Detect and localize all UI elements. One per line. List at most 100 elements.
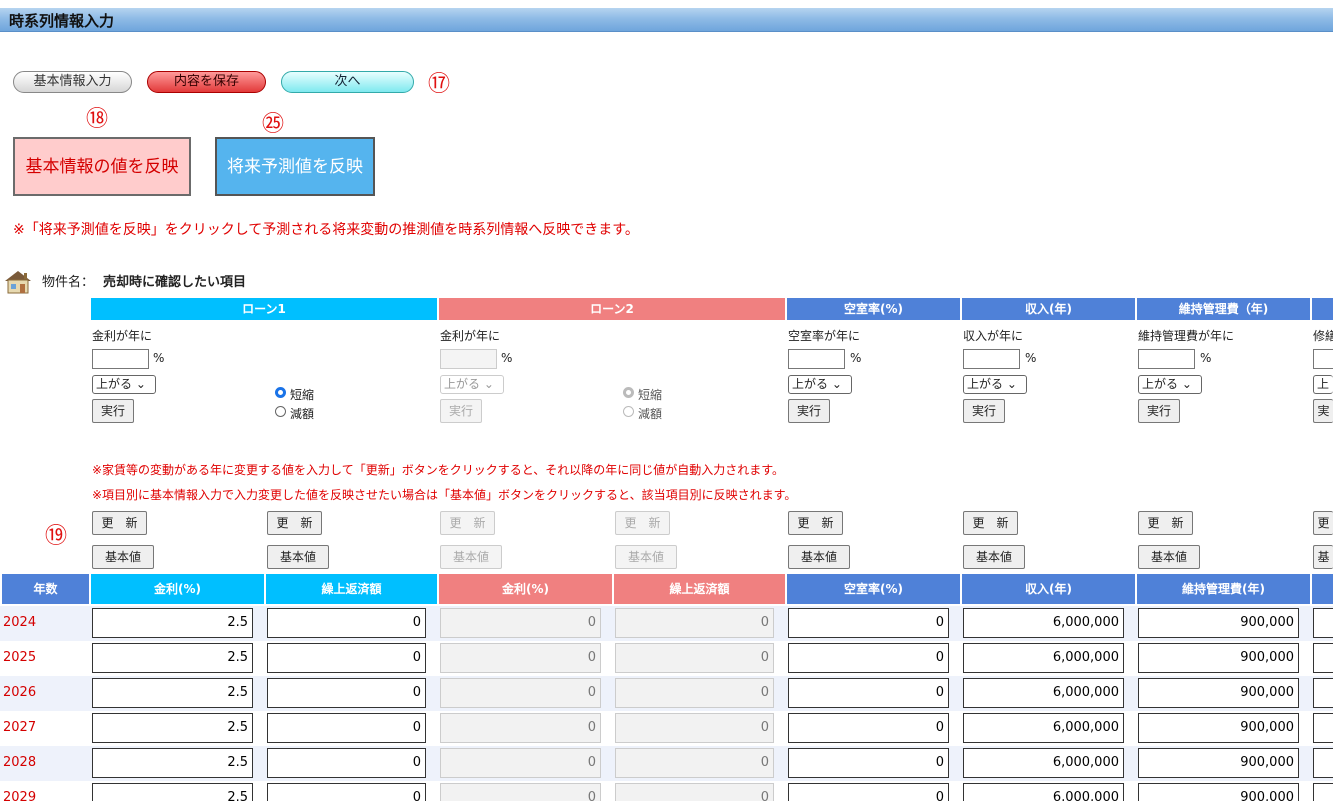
income-cell[interactable]: 6,000,000 <box>963 783 1124 801</box>
update-button-income[interactable]: 更 新 <box>963 511 1018 535</box>
income-cell[interactable]: 6,000,000 <box>963 608 1124 638</box>
loan2-direction-select[interactable]: 上がる ⌄ <box>440 375 504 394</box>
loan2-run-button[interactable]: 実行 <box>440 399 482 423</box>
loan2-shorten-radio[interactable] <box>623 387 634 398</box>
vacancy-rate-input[interactable] <box>788 349 845 369</box>
loan2-prepay-cell[interactable]: 0 <box>615 643 774 673</box>
vacancy-run-button[interactable]: 実行 <box>788 399 830 423</box>
income-run-button[interactable]: 実行 <box>963 399 1005 423</box>
loan1-rate-cell[interactable]: 2.5 <box>92 608 253 638</box>
base-button-loan1-rate[interactable]: 基本値 <box>92 545 154 569</box>
base-button-loan2-prepay[interactable]: 基本値 <box>615 545 677 569</box>
base-button-repair[interactable]: 基 <box>1313 545 1333 569</box>
loan1-prepay-cell[interactable]: 0 <box>267 748 426 778</box>
repair-cell[interactable] <box>1313 643 1333 673</box>
vacancy-cell[interactable]: 0 <box>788 713 949 743</box>
loan1-reduce-label: 減額 <box>290 407 315 421</box>
year-cell: 2027 <box>3 720 37 735</box>
repair-cell[interactable] <box>1313 713 1333 743</box>
maintenance-cell[interactable]: 900,000 <box>1138 713 1299 743</box>
maintenance-cell[interactable]: 900,000 <box>1138 783 1299 801</box>
maintenance-cell[interactable]: 900,000 <box>1138 608 1299 638</box>
repair-cell[interactable] <box>1313 783 1333 801</box>
loan2-rate-cell[interactable]: 0 <box>440 643 601 673</box>
vacancy-cell[interactable]: 0 <box>788 608 949 638</box>
income-cell[interactable]: 6,000,000 <box>963 678 1124 708</box>
base-button-maintenance[interactable]: 基本値 <box>1138 545 1200 569</box>
save-button[interactable]: 内容を保存 <box>147 71 266 93</box>
income-rate-input[interactable] <box>963 349 1020 369</box>
repair-rate-input[interactable] <box>1313 349 1333 369</box>
loan1-rate-input[interactable] <box>92 349 149 369</box>
vacancy-cell[interactable]: 0 <box>788 678 949 708</box>
loan2-rate-cell[interactable]: 0 <box>440 608 601 638</box>
reflect-forecast-values-button[interactable]: 将来予測値を反映 <box>215 137 375 196</box>
loan2-prepay-cell[interactable]: 0 <box>615 678 774 708</box>
update-button-vacancy[interactable]: 更 新 <box>788 511 843 535</box>
maintenance-cell[interactable]: 900,000 <box>1138 643 1299 673</box>
loan1-rate-cell[interactable]: 2.5 <box>92 748 253 778</box>
loan2-prepay-cell[interactable]: 0 <box>615 608 774 638</box>
loan1-prepay-cell[interactable]: 0 <box>267 783 426 801</box>
repair-run-button[interactable]: 実 <box>1313 399 1333 423</box>
next-button[interactable]: 次へ <box>281 71 414 93</box>
vacancy-direction-select[interactable]: 上がる ⌄ <box>788 375 852 394</box>
update-button-loan2-rate[interactable]: 更 新 <box>440 511 495 535</box>
loan2-prepay-cell[interactable]: 0 <box>615 713 774 743</box>
loan1-reduce-radio[interactable] <box>275 406 286 417</box>
loan2-rate-input[interactable] <box>440 349 497 369</box>
loan1-rate-cell[interactable]: 2.5 <box>92 643 253 673</box>
loan1-prepay-cell[interactable]: 0 <box>267 608 426 638</box>
reflect-basic-values-button[interactable]: 基本情報の値を反映 <box>13 137 191 196</box>
loan1-rate-cell[interactable]: 2.5 <box>92 678 253 708</box>
loan2-rate-cell[interactable]: 0 <box>440 783 601 801</box>
update-button-loan1-rate[interactable]: 更 新 <box>92 511 147 535</box>
maintenance-cell[interactable]: 900,000 <box>1138 748 1299 778</box>
loan2-prompt: 金利が年に <box>440 329 501 343</box>
loan1-prepay-cell[interactable]: 0 <box>267 678 426 708</box>
maintenance-cell[interactable]: 900,000 <box>1138 678 1299 708</box>
loan2-reduce-radio[interactable] <box>623 406 634 417</box>
repair-cell[interactable] <box>1313 748 1333 778</box>
vacancy-cell[interactable]: 0 <box>788 783 949 801</box>
update-button-maintenance[interactable]: 更 新 <box>1138 511 1193 535</box>
loan2-prepay-cell[interactable]: 0 <box>615 748 774 778</box>
vacancy-cell[interactable]: 0 <box>788 748 949 778</box>
update-button-loan1-prepay[interactable]: 更 新 <box>267 511 322 535</box>
update-button-loan2-prepay[interactable]: 更 新 <box>615 511 670 535</box>
marker-18: ⑱ <box>86 107 109 132</box>
loan1-rate-cell[interactable]: 2.5 <box>92 713 253 743</box>
vacancy-cell[interactable]: 0 <box>788 643 949 673</box>
base-button-loan2-rate[interactable]: 基本値 <box>440 545 502 569</box>
repair-cell[interactable] <box>1313 678 1333 708</box>
loan1-shorten-radio[interactable] <box>275 387 286 398</box>
basic-info-button[interactable]: 基本情報入力 <box>13 71 132 93</box>
repair-direction-select[interactable]: 上 <box>1313 375 1333 394</box>
house-icon <box>2 265 34 297</box>
loan1-run-button[interactable]: 実行 <box>92 399 134 423</box>
income-cell[interactable]: 6,000,000 <box>963 748 1124 778</box>
repair-cell[interactable] <box>1313 608 1333 638</box>
loan1-prepay-cell[interactable]: 0 <box>267 713 426 743</box>
income-direction-select[interactable]: 上がる ⌄ <box>963 375 1027 394</box>
loan1-rate-cell[interactable]: 2.5 <box>92 783 253 801</box>
loan2-rate-cell[interactable]: 0 <box>440 713 601 743</box>
income-percent: % <box>1025 351 1037 365</box>
loan2-percent: % <box>501 351 513 365</box>
loan1-prepay-cell[interactable]: 0 <box>267 643 426 673</box>
base-button-income[interactable]: 基本値 <box>963 545 1025 569</box>
update-button-repair[interactable]: 更 <box>1313 511 1333 535</box>
maintenance-direction-select[interactable]: 上がる ⌄ <box>1138 375 1202 394</box>
col-header-income: 収入(年) <box>962 574 1135 604</box>
income-cell[interactable]: 6,000,000 <box>963 713 1124 743</box>
income-cell[interactable]: 6,000,000 <box>963 643 1124 673</box>
loan1-direction-select[interactable]: 上がる ⌄ <box>92 375 156 394</box>
base-button-vacancy[interactable]: 基本値 <box>788 545 850 569</box>
maintenance-run-button[interactable]: 実行 <box>1138 399 1180 423</box>
year-cell: 2028 <box>3 755 37 770</box>
loan2-prepay-cell[interactable]: 0 <box>615 783 774 801</box>
maintenance-rate-input[interactable] <box>1138 349 1195 369</box>
loan2-rate-cell[interactable]: 0 <box>440 748 601 778</box>
base-button-loan1-prepay[interactable]: 基本値 <box>267 545 329 569</box>
loan2-rate-cell[interactable]: 0 <box>440 678 601 708</box>
